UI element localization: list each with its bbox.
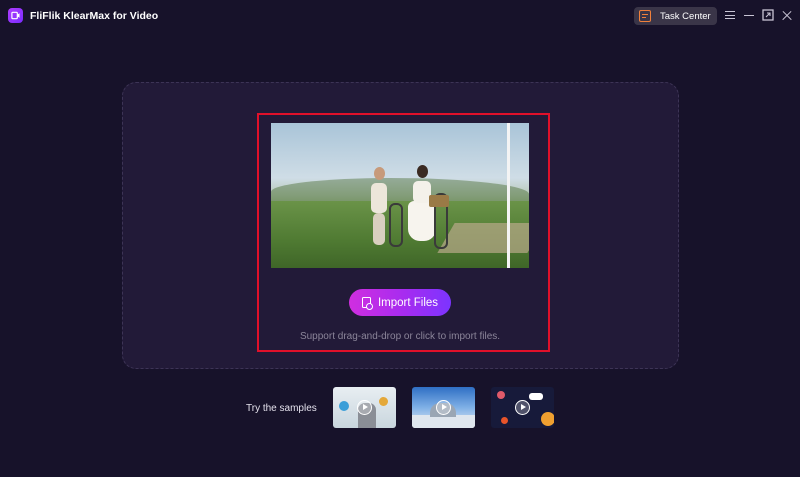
sample-ball-yellow [379,397,388,406]
task-list-icon [639,10,651,22]
preview-basket [429,195,449,207]
app-logo-icon [8,8,23,23]
import-files-button[interactable]: Import Files [349,289,451,316]
preview-man-legs [373,213,385,245]
play-icon[interactable] [436,400,451,415]
preview-man [371,183,387,213]
preview-woman-dress [408,201,436,241]
sample-planet-orange [501,417,508,424]
sample-ball-blue [339,401,349,411]
close-icon[interactable] [781,9,793,21]
sample-space-cartoon[interactable] [491,387,554,428]
sample-planet-red [497,391,505,399]
samples-label: Try the samples [246,403,317,414]
play-logo-icon [11,11,20,20]
import-hint: Support drag-and-drop or click to import… [299,331,501,342]
sample-people[interactable] [333,387,396,428]
app-title: FliFlik KlearMax for Video [30,10,159,22]
import-files-label: Import Files [377,296,439,309]
sample-rocket [529,393,543,400]
before-after-preview [271,123,529,268]
maximize-icon[interactable] [762,9,774,21]
import-file-icon [361,297,373,310]
before-after-divider [507,123,510,268]
menu-icon[interactable] [724,9,736,21]
sample-winter-building[interactable] [412,387,475,428]
minimize-icon[interactable] [743,9,755,21]
task-center-label: Task Center [660,11,711,22]
title-bar: FliFlik KlearMax for Video Task Center [0,0,800,32]
play-icon[interactable] [357,400,372,415]
preview-man-head [374,167,385,180]
preview-path [437,223,529,253]
sample-planet-yellow [541,412,554,426]
preview-woman-head [417,165,428,178]
play-icon[interactable] [515,400,530,415]
preview-bike-left [389,203,403,247]
task-center-button[interactable]: Task Center [634,7,717,25]
